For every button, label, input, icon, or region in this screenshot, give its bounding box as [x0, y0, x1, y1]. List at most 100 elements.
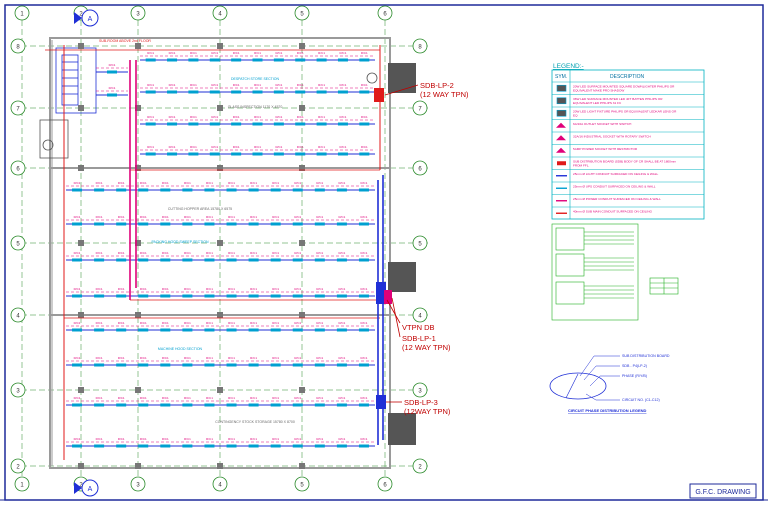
- downlighter-icon: [556, 84, 567, 92]
- light-fixture: [292, 294, 303, 298]
- circuit-tag: R/C1: [140, 437, 147, 441]
- circuit-tag: R/C1: [250, 251, 257, 255]
- light-fixture: [231, 58, 242, 62]
- column-post: [217, 312, 223, 318]
- light-fixture: [226, 444, 237, 448]
- light-fixture: [138, 188, 149, 192]
- circuit-tag: R/C1: [140, 215, 147, 219]
- light-fixture: [188, 122, 199, 126]
- circuit-tag: R/C1: [118, 251, 125, 255]
- circuit-tag: R/C1: [169, 115, 176, 119]
- external-block: [388, 262, 416, 292]
- circuit-tag: R/C1: [340, 145, 347, 149]
- power-socket-icon: [556, 147, 566, 153]
- light-fixture: [358, 188, 369, 192]
- circuit-tag: R/C1: [318, 83, 325, 87]
- sdb-lp3-box: [376, 395, 386, 409]
- legend-row-text-line: 20W LED LIGHT FIXTURE PHILIPS OR EQUIVAL…: [573, 109, 677, 113]
- light-fixture: [188, 58, 199, 62]
- light-fixture: [72, 188, 83, 192]
- light-fixture: [116, 222, 127, 226]
- light-fixture: [336, 444, 347, 448]
- legend-row-text: 40mm Ø SUB MAIN CONDUIT SURFACED ON CEIL…: [573, 209, 653, 213]
- circuit-tag: R/C1: [318, 115, 325, 119]
- circuit-tag: R/C1: [96, 251, 103, 255]
- circuit-tag: R/C1: [162, 321, 169, 325]
- circuit-tag: R/C1: [109, 86, 116, 90]
- light-fixture: [316, 90, 327, 94]
- stair-block: [39, 47, 378, 159]
- column-post: [299, 105, 305, 111]
- column-post: [299, 312, 305, 318]
- circuit-tag: R/C1: [190, 145, 197, 149]
- circuit-tag: R/C1: [361, 396, 368, 400]
- light-fixture: [231, 90, 242, 94]
- light-fixture: [359, 58, 370, 62]
- light-fixture: [160, 258, 171, 262]
- circuit-tag: R/C1: [316, 437, 323, 441]
- light-fixture: [314, 328, 325, 332]
- circuit-tag: R/C1: [297, 145, 304, 149]
- circuit-tag: R/C1: [96, 356, 103, 360]
- light-fixture: [358, 294, 369, 298]
- light-fixture: [295, 152, 306, 156]
- circuit-tag: R/C1: [184, 287, 191, 291]
- column-post: [299, 43, 305, 49]
- light-fixture: [94, 403, 105, 407]
- column-post: [299, 387, 305, 393]
- circuit-tag: R/C1: [338, 215, 345, 219]
- light-fixture: [252, 122, 263, 126]
- light-fixture: [248, 222, 259, 226]
- circuit-tag: R/C1: [294, 437, 301, 441]
- circuit-tag: R/C1: [316, 287, 323, 291]
- circuit-tag: R/C1: [338, 287, 345, 291]
- circuit-tag: R/C1: [316, 251, 323, 255]
- light-fixture: [252, 152, 263, 156]
- circuit-tag: R/C1: [318, 51, 325, 55]
- circuit-tag: R/C1: [361, 356, 368, 360]
- circuit-tag: R/C1: [169, 51, 176, 55]
- light-fixture: [248, 328, 259, 332]
- light-fixture: [252, 58, 263, 62]
- circuit-tag: R/C1: [294, 356, 301, 360]
- phase-legend-line-4: CIRCUIT NO. (C1-C12): [622, 398, 660, 402]
- sdb-lp2-box: [374, 88, 384, 102]
- light-fixture: [295, 58, 306, 62]
- circuit-tag: R/C1: [228, 396, 235, 400]
- stair-note: SUB-ROOM ABOVE 2nd FLOOR: [99, 39, 151, 43]
- circuit-tag: R/C1: [118, 287, 125, 291]
- legend-row-text-line: EQ: [573, 113, 578, 117]
- circuit-tag: R/C1: [162, 396, 169, 400]
- light-fixture: [138, 328, 149, 332]
- circuit-tag: R/C1: [254, 145, 261, 149]
- legend-header-symbol: SYM.: [555, 74, 567, 80]
- circuit-tag: R/C1: [361, 83, 368, 87]
- light-fixture: [160, 294, 171, 298]
- circuit-tag: R/C1: [338, 437, 345, 441]
- legend-row-text-line: 5AMP POWER SOCKET WITH RESTRICTOR: [573, 147, 638, 151]
- circuit-tag: R/C1: [147, 83, 154, 87]
- circuit-tag: R/C1: [272, 181, 279, 185]
- circuit-tag: R/C1: [250, 215, 257, 219]
- circuit-tag: R/C1: [340, 51, 347, 55]
- light-fixture: [248, 188, 259, 192]
- circuit-tag: R/C1: [140, 321, 147, 325]
- column-post: [299, 463, 305, 469]
- light-fixture: [270, 258, 281, 262]
- light-fixture: [167, 122, 178, 126]
- light-fixture: [359, 122, 370, 126]
- callout-sdb-lp3: SDB-LP-3: [404, 398, 438, 407]
- legend-row-text-line: EQUIVALENT MAKE PRO SHADOW: [573, 88, 624, 92]
- circuit-tag: R/C1: [206, 181, 213, 185]
- light-fixture: [316, 58, 327, 62]
- circuit-tag: R/C1: [169, 145, 176, 149]
- gfc-stamp: G.F.C. DRAWING: [689, 483, 757, 499]
- phase-legend-line-1: SUB DISTRIBUTION BOARD: [622, 354, 670, 358]
- circuit-tag: R/C1: [190, 51, 197, 55]
- light-fixture: [72, 403, 83, 407]
- circuit-tag: R/C1: [147, 145, 154, 149]
- circuit-tag: R/C1: [250, 181, 257, 185]
- light-fixture: [270, 363, 281, 367]
- room-label-top-inner: DESPATCH STORE SECTION: [231, 77, 280, 81]
- column-post: [299, 240, 305, 246]
